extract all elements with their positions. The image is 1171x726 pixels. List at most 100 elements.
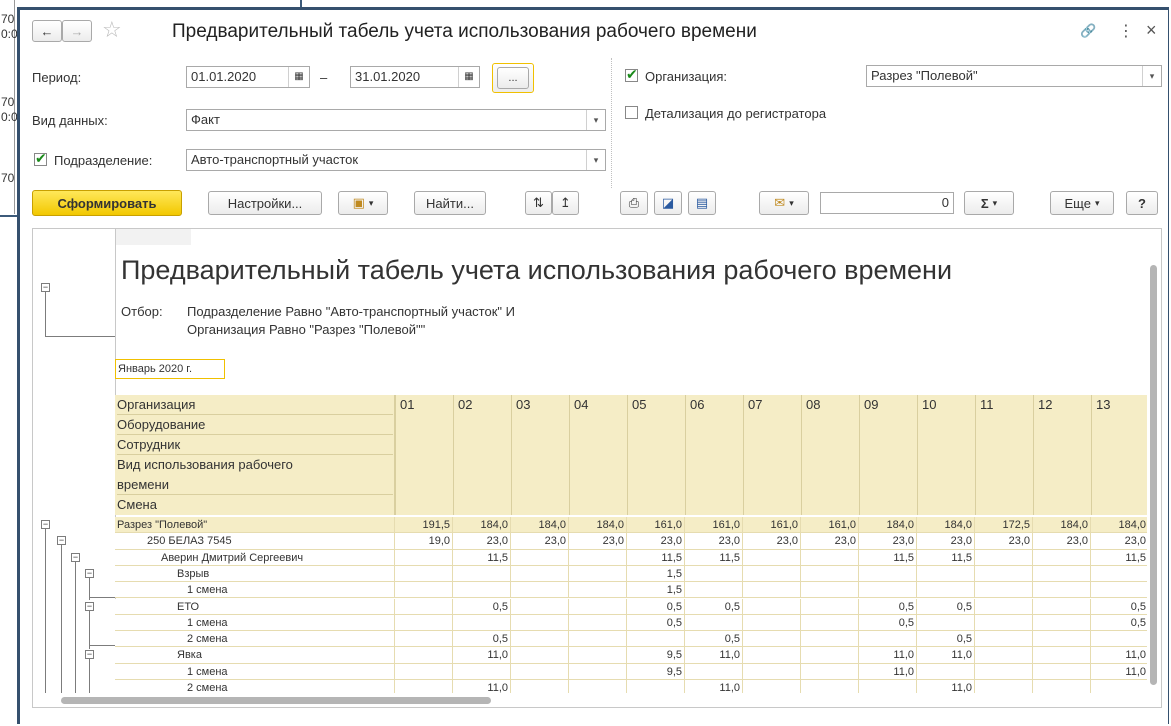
table-cell[interactable]: 172,5 bbox=[975, 517, 1033, 534]
table-cell[interactable] bbox=[975, 598, 1033, 615]
table-cell[interactable]: 11,0 bbox=[859, 663, 917, 680]
table-cell[interactable] bbox=[569, 614, 627, 632]
department-select[interactable]: Авто-транспортный участок ▾ bbox=[186, 149, 606, 171]
collapse-icon[interactable]: − bbox=[41, 283, 50, 292]
table-cell[interactable]: 23,0 bbox=[1033, 533, 1091, 550]
table-cell[interactable] bbox=[453, 663, 511, 680]
table-cell[interactable] bbox=[453, 614, 511, 632]
table-cell[interactable] bbox=[511, 647, 569, 664]
table-cell[interactable] bbox=[975, 631, 1033, 648]
table-cell[interactable] bbox=[511, 663, 569, 680]
table-cell[interactable]: 9,5 bbox=[627, 663, 685, 680]
table-cell[interactable] bbox=[395, 598, 453, 615]
table-cell[interactable] bbox=[685, 663, 743, 680]
period-select-button[interactable]: ... bbox=[492, 63, 534, 93]
table-cell[interactable] bbox=[801, 614, 859, 632]
table-cell[interactable] bbox=[685, 614, 743, 632]
table-cell[interactable] bbox=[975, 549, 1033, 566]
table-cell[interactable] bbox=[685, 582, 743, 599]
table-cell[interactable] bbox=[395, 647, 453, 664]
calendar-icon[interactable]: ▦ bbox=[288, 67, 309, 87]
table-cell[interactable] bbox=[569, 598, 627, 615]
table-cell[interactable]: 0,5 bbox=[1091, 614, 1149, 632]
table-cell[interactable] bbox=[801, 565, 859, 583]
calendar-icon[interactable]: ▦ bbox=[458, 67, 479, 87]
table-cell[interactable] bbox=[975, 614, 1033, 632]
table-cell[interactable] bbox=[511, 598, 569, 615]
table-cell[interactable] bbox=[511, 582, 569, 599]
table-cell[interactable] bbox=[743, 614, 801, 632]
table-cell[interactable] bbox=[569, 582, 627, 599]
table-cell[interactable]: 184,0 bbox=[1033, 517, 1091, 534]
department-checkbox[interactable] bbox=[34, 150, 47, 167]
table-cell[interactable] bbox=[685, 565, 743, 583]
table-cell[interactable] bbox=[1091, 565, 1149, 583]
table-cell[interactable] bbox=[1091, 631, 1149, 648]
table-cell[interactable]: 0,5 bbox=[1091, 598, 1149, 615]
table-cell[interactable]: 23,0 bbox=[801, 533, 859, 550]
collapse-icon[interactable]: − bbox=[57, 536, 66, 546]
collapse-icon[interactable]: − bbox=[41, 520, 50, 529]
table-cell[interactable]: 0,5 bbox=[917, 598, 975, 615]
table-cell[interactable] bbox=[975, 565, 1033, 583]
table-cell[interactable] bbox=[917, 565, 975, 583]
table-cell[interactable] bbox=[801, 663, 859, 680]
table-cell[interactable] bbox=[975, 663, 1033, 680]
back-button[interactable]: ← bbox=[32, 20, 62, 42]
table-cell[interactable] bbox=[1091, 582, 1149, 599]
table-cell[interactable] bbox=[917, 582, 975, 599]
table-cell[interactable]: 11,5 bbox=[859, 549, 917, 566]
table-cell[interactable] bbox=[917, 663, 975, 680]
table-cell[interactable]: 1,5 bbox=[627, 565, 685, 583]
more-button[interactable]: Еще ▾ bbox=[1050, 191, 1114, 215]
table-cell[interactable]: 23,0 bbox=[685, 533, 743, 550]
table-cell[interactable] bbox=[801, 631, 859, 648]
table-cell[interactable]: 0,5 bbox=[917, 631, 975, 648]
horizontal-scroll-thumb[interactable] bbox=[61, 697, 491, 704]
table-cell[interactable] bbox=[859, 582, 917, 599]
table-cell[interactable]: 11,5 bbox=[1091, 549, 1149, 566]
table-cell[interactable]: 0,5 bbox=[685, 598, 743, 615]
table-cell[interactable]: 11,0 bbox=[859, 647, 917, 664]
table-cell[interactable]: 11,5 bbox=[917, 549, 975, 566]
table-cell[interactable] bbox=[743, 647, 801, 664]
table-cell[interactable]: 23,0 bbox=[975, 533, 1033, 550]
table-cell[interactable]: 11,5 bbox=[453, 549, 511, 566]
table-cell[interactable] bbox=[511, 565, 569, 583]
table-cell[interactable]: 1,5 bbox=[627, 582, 685, 599]
table-cell[interactable] bbox=[395, 549, 453, 566]
table-cell[interactable] bbox=[1033, 614, 1091, 632]
table-cell[interactable] bbox=[395, 614, 453, 632]
table-cell[interactable]: 23,0 bbox=[569, 533, 627, 550]
table-cell[interactable] bbox=[1033, 598, 1091, 615]
table-cell[interactable]: 0,5 bbox=[453, 631, 511, 648]
table-cell[interactable] bbox=[801, 549, 859, 566]
table-cell[interactable] bbox=[511, 614, 569, 632]
sum-button[interactable]: Σ ▾ bbox=[964, 191, 1014, 215]
table-cell[interactable] bbox=[743, 631, 801, 648]
table-cell[interactable] bbox=[743, 663, 801, 680]
date-from-field[interactable]: 01.01.2020 ▦ bbox=[186, 66, 310, 88]
vertical-scroll-thumb[interactable] bbox=[1150, 265, 1157, 685]
table-cell[interactable]: 0,5 bbox=[453, 598, 511, 615]
table-cell[interactable]: 11,0 bbox=[685, 647, 743, 664]
table-cell[interactable]: 184,0 bbox=[1091, 517, 1149, 534]
table-cell[interactable] bbox=[511, 631, 569, 648]
table-cell[interactable]: 0,5 bbox=[685, 631, 743, 648]
organization-select[interactable]: Разрез "Полевой" ▾ bbox=[866, 65, 1162, 87]
table-cell[interactable] bbox=[395, 631, 453, 648]
settings-button[interactable]: Настройки... bbox=[208, 191, 322, 215]
detail-checkbox[interactable] bbox=[625, 106, 638, 119]
date-to-field[interactable]: 31.01.2020 ▦ bbox=[350, 66, 480, 88]
table-cell[interactable] bbox=[743, 565, 801, 583]
collapse-icon[interactable]: − bbox=[85, 568, 94, 578]
table-cell[interactable]: 19,0 bbox=[395, 533, 453, 550]
table-cell[interactable]: 11,0 bbox=[453, 647, 511, 664]
table-cell[interactable] bbox=[569, 663, 627, 680]
table-cell[interactable] bbox=[1033, 647, 1091, 664]
table-cell[interactable] bbox=[975, 582, 1033, 599]
table-cell[interactable]: 191,5 bbox=[395, 517, 453, 534]
table-cell[interactable]: 0,5 bbox=[627, 614, 685, 632]
table-cell[interactable]: 11,0 bbox=[1091, 647, 1149, 664]
table-cell[interactable] bbox=[1033, 582, 1091, 599]
